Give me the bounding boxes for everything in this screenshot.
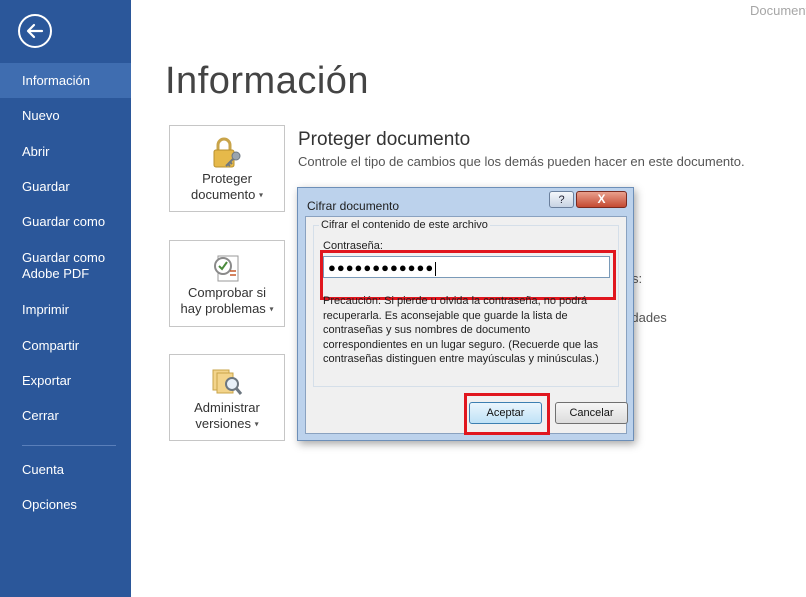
nav-label: Compartir xyxy=(22,338,80,353)
dropdown-caret-icon: ▾ xyxy=(269,304,274,314)
card-label-line1: Proteger xyxy=(202,171,252,186)
nav-label-line2: Adobe PDF xyxy=(22,266,90,281)
nav-cerrar[interactable]: Cerrar xyxy=(0,408,131,424)
card-label-line1: Comprobar si xyxy=(187,285,267,300)
nav-guardar-como[interactable]: Guardar como xyxy=(0,214,131,230)
card-label-line2: hay problemas xyxy=(180,301,266,316)
nav-label: Exportar xyxy=(22,373,72,388)
nav-informacion[interactable]: Información xyxy=(0,63,131,98)
lock-key-icon xyxy=(213,137,241,168)
dropdown-caret-icon: ▾ xyxy=(254,419,259,429)
protect-section-title: Proteger documento xyxy=(298,129,471,150)
card-label-line2: documento xyxy=(191,187,256,202)
nav-label: Abrir xyxy=(22,144,50,159)
nav-label: Guardar como xyxy=(22,214,106,229)
help-button[interactable]: ? xyxy=(549,191,574,208)
check-issues-button[interactable]: Comprobar si hay problemas ▾ xyxy=(169,240,285,327)
nav-abrir[interactable]: Abrir xyxy=(0,144,131,160)
nav-compartir[interactable]: Compartir xyxy=(0,338,131,354)
back-arrow-icon xyxy=(26,23,44,39)
backstage-sidebar: Información Nuevo Abrir Guardar Guardar … xyxy=(0,0,131,597)
password-field[interactable]: ●●●●●●●●●●●● xyxy=(323,256,610,278)
nav-divider xyxy=(22,445,116,446)
nav-label: Opciones xyxy=(22,497,77,512)
nav-nuevo[interactable]: Nuevo xyxy=(0,108,131,124)
warning-text: Precaución: Si pierde u olvida la contra… xyxy=(323,295,599,365)
nav-cuenta[interactable]: Cuenta xyxy=(0,462,131,478)
nav-guardar-como-pdf[interactable]: Guardar como Adobe PDF xyxy=(0,250,131,282)
checklist-icon xyxy=(214,255,239,282)
manage-versions-button[interactable]: Administrar versiones ▾ xyxy=(169,354,285,441)
cancel-button[interactable]: Cancelar xyxy=(555,402,628,424)
group-label: Cifrar el contenido de este archivo xyxy=(319,219,490,231)
protect-document-button[interactable]: Proteger documento ▾ xyxy=(169,125,285,212)
versions-magnifier-icon xyxy=(212,369,243,395)
nav-label: Imprimir xyxy=(22,302,69,317)
nav-label: Nuevo xyxy=(22,108,60,123)
encrypt-document-dialog: Cifrar documento ? X Cifrar el contenido… xyxy=(297,187,634,441)
dialog-title: Cifrar documento xyxy=(307,199,400,213)
text-cursor xyxy=(435,261,437,276)
card-label-line1: Administrar xyxy=(194,400,260,415)
nav-label: Cuenta xyxy=(22,462,64,477)
back-arrow-button[interactable] xyxy=(18,14,52,48)
nav-opciones[interactable]: Opciones xyxy=(0,497,131,513)
nav-guardar[interactable]: Guardar xyxy=(0,179,131,195)
ok-button[interactable]: Aceptar xyxy=(469,402,542,424)
access-key: C xyxy=(323,240,331,252)
nav-label-line1: Guardar como xyxy=(22,250,106,265)
page-title: Información xyxy=(165,60,370,102)
nav-imprimir[interactable]: Imprimir xyxy=(0,302,131,318)
dialog-body: Cifrar el contenido de este archivo Cont… xyxy=(305,216,628,435)
nav-label: Cerrar xyxy=(22,408,59,423)
document-title: Document xyxy=(750,3,806,18)
nav-label: Información xyxy=(22,73,90,88)
protect-section-description: Controle el tipo de cambios que los demá… xyxy=(298,154,745,169)
password-label: Contraseña: xyxy=(323,240,383,252)
nav-label: Guardar xyxy=(22,179,70,194)
nav-exportar[interactable]: Exportar xyxy=(0,373,131,389)
close-button[interactable]: X xyxy=(576,191,627,208)
dropdown-caret-icon: ▾ xyxy=(258,190,263,200)
card-label-line2: versiones xyxy=(195,416,251,431)
password-label-text: ontraseña: xyxy=(330,240,383,252)
password-value: ●●●●●●●●●●●● xyxy=(328,260,435,275)
